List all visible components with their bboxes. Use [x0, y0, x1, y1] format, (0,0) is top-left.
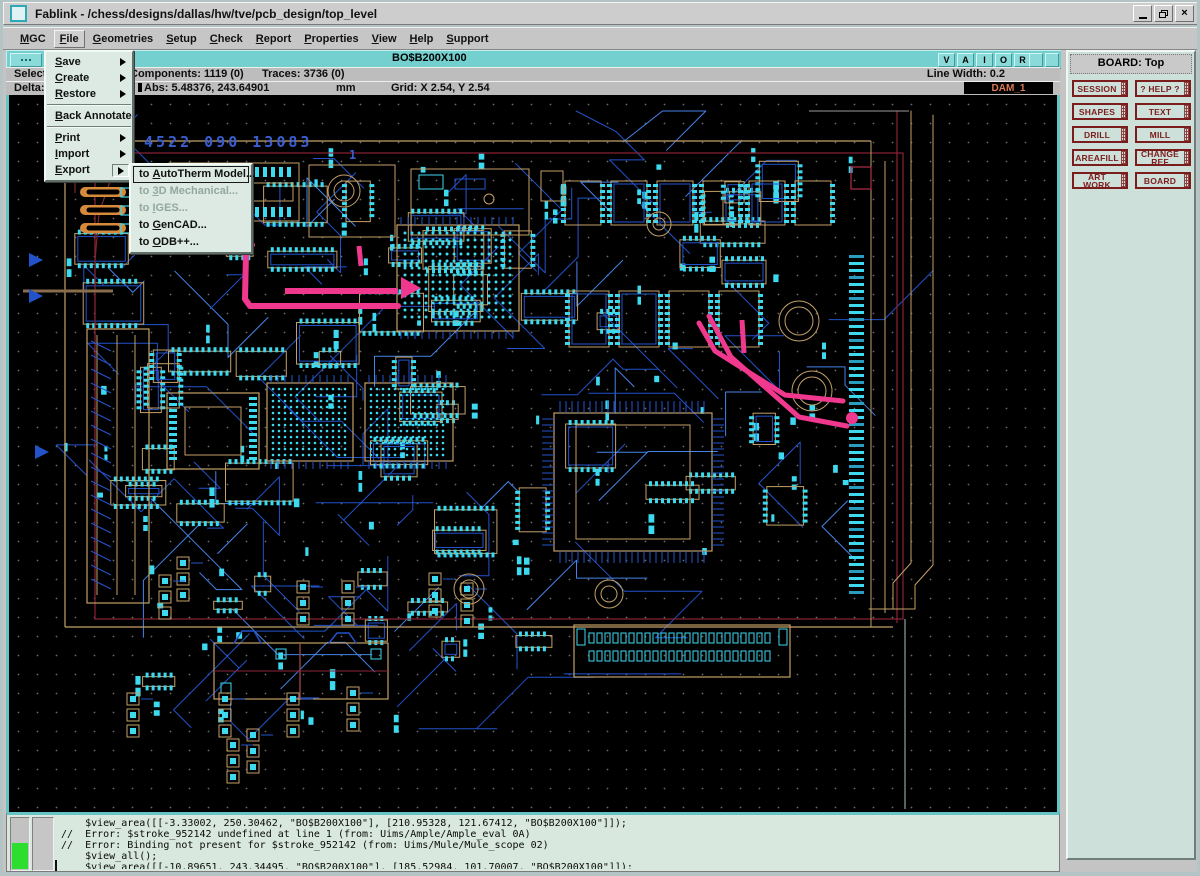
- console-output: $view_area([[-3.33002, 250.30462, "BO$B2…: [61, 818, 1055, 869]
- view-button-i[interactable]: I: [976, 53, 993, 67]
- menu-item-view[interactable]: View: [367, 31, 402, 47]
- view-button-a[interactable]: A: [957, 53, 974, 67]
- mdi-minimize-button[interactable]: [1029, 53, 1043, 67]
- menu-item-geometries[interactable]: Geometries: [88, 31, 159, 47]
- layer-indicator[interactable]: DAM_1: [964, 82, 1053, 94]
- abs-coordinates: Abs: 5.48376, 243.64901: [138, 82, 144, 95]
- menu-item-help[interactable]: Help: [405, 31, 439, 47]
- submenu-item-gencad[interactable]: to GenCAD...: [133, 217, 249, 234]
- app-window: Fablink - /chess/designs/dallas/hw/tve/p…: [0, 0, 1200, 876]
- design-title: BO$B200X100: [392, 52, 467, 64]
- board-panel: BOARD: Top SESSION ? HELP ? SHAPES TEXT …: [1066, 50, 1196, 860]
- board-button-session[interactable]: SESSION: [1072, 80, 1128, 97]
- svg-text:1: 1: [349, 148, 356, 162]
- console-caret: [55, 860, 57, 871]
- submenu-arrow-icon: [118, 167, 124, 175]
- submenu-item-iges: to IGES...: [133, 200, 249, 217]
- board-button-mill[interactable]: MILL: [1135, 126, 1191, 143]
- abs-marker-icon: [138, 83, 142, 92]
- menu-item-back-annotate[interactable]: Back Annotate: [46, 108, 132, 124]
- submenu-item-autotherm[interactable]: to AutoTherm Model...: [133, 166, 249, 183]
- restore-icon: [1159, 10, 1168, 18]
- submenu-arrow-icon: [120, 150, 126, 158]
- submenu-arrow-icon: [120, 90, 126, 98]
- board-button-text[interactable]: TEXT: [1135, 103, 1191, 120]
- svg-text:4522 090 13083: 4522 090 13083: [144, 133, 312, 151]
- menu-separator: [47, 126, 131, 128]
- menu-item-mgc[interactable]: MGC: [15, 31, 51, 47]
- submenu-item-odbpp[interactable]: to ODB++...: [133, 234, 249, 251]
- console-line: // Error: Binding not present for $strok…: [61, 840, 1055, 851]
- board-button-art-work[interactable]: ART WORK: [1072, 172, 1128, 189]
- menu-item-properties[interactable]: Properties: [299, 31, 363, 47]
- grid-setting: Grid: X 2.54, Y 2.54: [391, 82, 490, 95]
- window-frame-bottom: [0, 872, 1200, 876]
- board-button-drill[interactable]: DRILL: [1072, 126, 1128, 143]
- board-button-areafill[interactable]: AREAFILL: [1072, 149, 1128, 166]
- console-line: $view_area([[-3.33002, 250.30462, "BO$B2…: [61, 818, 1055, 829]
- app-icon: [10, 5, 27, 22]
- submenu-item-3d-mechanical: to 3D Mechanical...: [133, 183, 249, 200]
- view-button-v[interactable]: V: [938, 53, 955, 67]
- menu-item-support[interactable]: Support: [441, 31, 493, 47]
- restore-button[interactable]: [1154, 5, 1173, 22]
- menubar: MGC File Geometries Setup Check Report P…: [3, 27, 1197, 50]
- line-width-value: Line Width: 0.2: [927, 68, 1005, 81]
- traces-count: Traces: 3736 (0): [262, 68, 345, 81]
- console-gutter[interactable]: [32, 817, 54, 871]
- menu-separator: [47, 104, 131, 106]
- submenu-arrow-icon: [120, 134, 126, 142]
- menu-item-create[interactable]: Create: [46, 70, 132, 86]
- window-frame-left: [0, 0, 3, 876]
- menu-item-import[interactable]: Import: [46, 146, 132, 162]
- window-title: Fablink - /chess/designs/dallas/hw/tve/p…: [35, 7, 377, 21]
- menu-item-file[interactable]: File: [54, 30, 85, 48]
- export-submenu: to AutoTherm Model... to 3D Mechanical..…: [129, 163, 253, 254]
- file-menu: Save Create Restore Back Annotate Print …: [44, 50, 134, 182]
- console-panel[interactable]: $view_area([[-3.33002, 250.30462, "BO$B2…: [6, 812, 1060, 872]
- console-scrollbar[interactable]: [10, 817, 30, 871]
- console-line: // Error: $stroke_952142 undefined at li…: [61, 829, 1055, 840]
- board-button-board[interactable]: BOARD: [1135, 172, 1191, 189]
- menu-item-restore[interactable]: Restore: [46, 86, 132, 102]
- window-menu-button[interactable]: [10, 53, 42, 67]
- menu-item-save[interactable]: Save: [46, 54, 132, 70]
- board-button-help[interactable]: ? HELP ?: [1135, 80, 1191, 97]
- console-progress: [12, 843, 28, 869]
- submenu-arrow-icon: [120, 74, 126, 82]
- components-count: Components: 1119 (0): [130, 68, 244, 81]
- console-line: $view_area([[-10.89651, 243.34495, "BO$B…: [61, 862, 1055, 869]
- minimize-icon: [1139, 17, 1147, 19]
- menu-item-print[interactable]: Print: [46, 130, 132, 146]
- submenu-arrow-box: [112, 164, 129, 177]
- menu-item-check[interactable]: Check: [205, 31, 248, 47]
- menu-item-report[interactable]: Report: [251, 31, 296, 47]
- menu-item-export[interactable]: Export: [46, 162, 132, 178]
- board-button-change-ref[interactable]: CHANGE REF: [1135, 149, 1191, 166]
- minimize-button[interactable]: [1133, 5, 1152, 22]
- submenu-arrow-icon: [120, 58, 126, 66]
- board-button-shapes[interactable]: SHAPES: [1072, 103, 1128, 120]
- mdi-maximize-button[interactable]: [1045, 53, 1059, 67]
- units-label: mm: [336, 82, 356, 95]
- close-button[interactable]: ×: [1175, 5, 1194, 22]
- console-line: $view_all();: [61, 851, 1055, 862]
- menu-item-setup[interactable]: Setup: [161, 31, 202, 47]
- board-panel-title: BOARD: Top: [1070, 54, 1192, 74]
- view-button-o[interactable]: O: [995, 53, 1012, 67]
- app-titlebar[interactable]: Fablink - /chess/designs/dallas/hw/tve/p…: [3, 2, 1197, 25]
